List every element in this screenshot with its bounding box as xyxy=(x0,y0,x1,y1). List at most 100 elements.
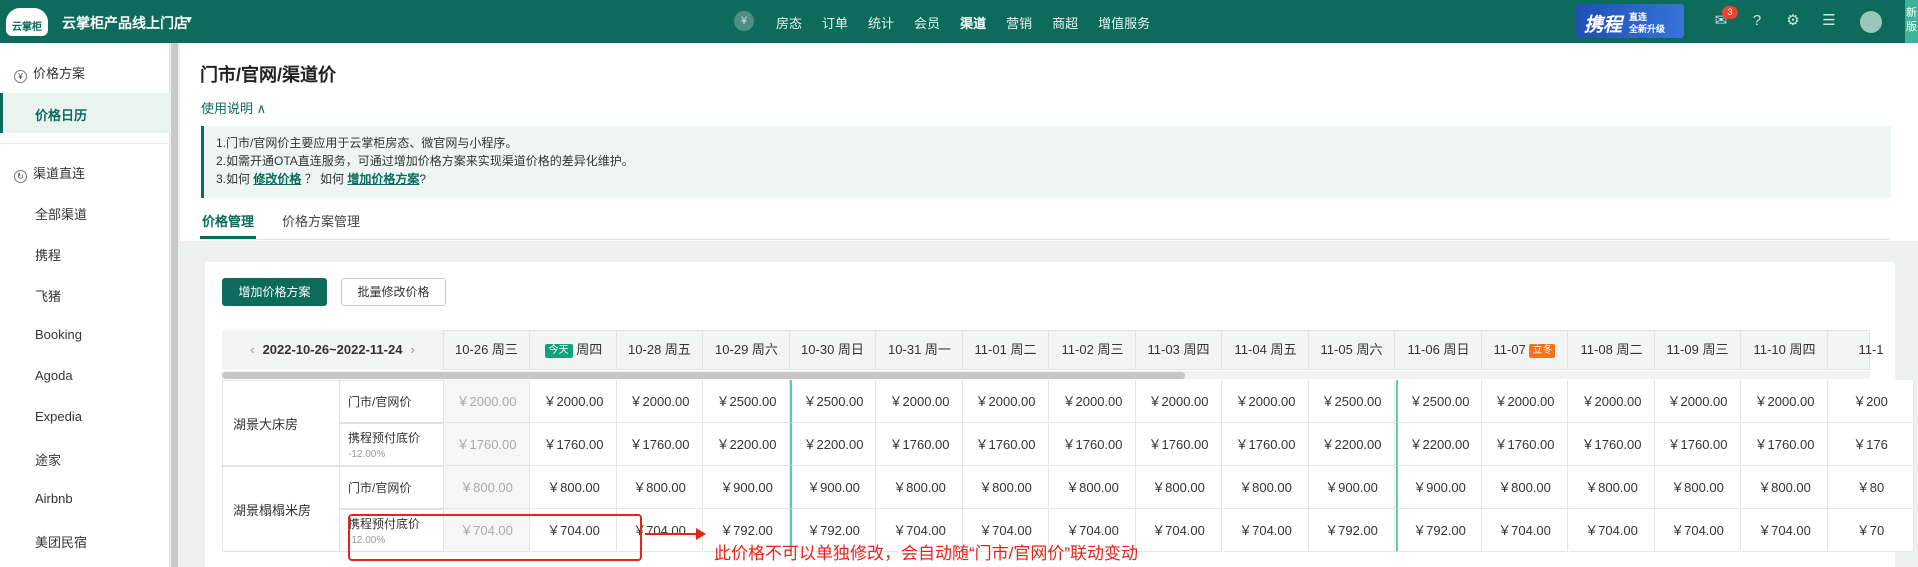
nav-marketing[interactable]: 营销 xyxy=(1006,13,1032,32)
price-cell[interactable]: ￥2500.00 xyxy=(704,380,790,423)
sidebar-item-tujia[interactable]: 途家 xyxy=(35,450,61,469)
price-cell[interactable]: ￥2200.00 xyxy=(1309,423,1395,466)
price-cell[interactable]: ￥1760.00 xyxy=(1655,423,1741,466)
shop-dropdown-icon[interactable]: ▼ xyxy=(184,15,194,26)
price-cell[interactable]: ￥1760.00 xyxy=(1742,423,1828,466)
sidebar-item-price-calendar[interactable]: 价格日历 xyxy=(0,93,170,133)
edit-price-link[interactable]: 修改价格 xyxy=(253,172,301,186)
price-cell[interactable]: ￥2000.00 xyxy=(531,380,617,423)
next-range-icon[interactable]: › xyxy=(410,342,414,357)
price-cell[interactable]: ￥800.00 xyxy=(1569,466,1655,509)
avatar[interactable] xyxy=(1860,11,1882,33)
price-cell[interactable]: ￥1760.00 xyxy=(963,423,1049,466)
price-cell[interactable]: ￥2000.00 xyxy=(877,380,963,423)
price-cell[interactable]: ￥800.00 xyxy=(1050,466,1136,509)
price-cell[interactable]: ￥2000.00 xyxy=(444,380,530,423)
price-cell[interactable]: ￥800.00 xyxy=(444,466,530,509)
sidebar-group-price-plan[interactable]: ¥ 价格方案 xyxy=(14,63,85,83)
sidebar-item-fliggy[interactable]: 飞猪 xyxy=(35,286,61,305)
price-cell[interactable]: ￥2500.00 xyxy=(790,380,876,423)
price-cell[interactable]: ￥704.00 xyxy=(1655,509,1741,552)
tab-plan-management[interactable]: 价格方案管理 xyxy=(282,211,360,230)
nav-stats[interactable]: 统计 xyxy=(868,13,894,32)
price-cell[interactable]: ￥800.00 xyxy=(531,466,617,509)
horizontal-scroll-thumb[interactable] xyxy=(222,372,1185,379)
shop-name[interactable]: 云掌柜产品线上门店 xyxy=(62,13,188,33)
price-cell[interactable]: ￥2000.00 xyxy=(1569,380,1655,423)
nav-value-added[interactable]: 增值服务 xyxy=(1098,13,1150,32)
price-cell[interactable]: ￥900.00 xyxy=(704,466,790,509)
price-cell[interactable]: ￥1760.00 xyxy=(1050,423,1136,466)
yen-icon[interactable]: ¥ xyxy=(734,11,754,31)
price-cell[interactable]: ￥2000.00 xyxy=(617,380,703,423)
price-cell[interactable]: ￥1760.00 xyxy=(1223,423,1309,466)
price-cell[interactable]: ￥1760.00 xyxy=(1136,423,1222,466)
price-cell[interactable]: ￥704.00 xyxy=(1482,509,1568,552)
price-cell[interactable]: ￥2000.00 xyxy=(1742,380,1828,423)
price-cell[interactable]: ￥1760.00 xyxy=(1569,423,1655,466)
price-cell[interactable]: ￥1760.00 xyxy=(877,423,963,466)
price-cell[interactable]: ￥800.00 xyxy=(1223,466,1309,509)
price-cell[interactable]: ￥800.00 xyxy=(1482,466,1568,509)
price-cell[interactable]: ￥2000.00 xyxy=(1136,380,1222,423)
price-cell[interactable]: ￥900.00 xyxy=(1396,466,1482,509)
price-cell[interactable]: ￥792.00 xyxy=(1309,509,1395,552)
price-cell[interactable]: ￥1760.00 xyxy=(1482,423,1568,466)
sidebar-item-booking[interactable]: Booking xyxy=(35,327,82,342)
nav-channels[interactable]: 渠道 xyxy=(960,13,986,32)
sidebar-item-expedia[interactable]: Expedia xyxy=(35,409,82,424)
price-cell[interactable]: ￥900.00 xyxy=(790,466,876,509)
price-cell[interactable]: ￥2000.00 xyxy=(1223,380,1309,423)
price-cell[interactable]: ￥800.00 xyxy=(1136,466,1222,509)
price-cell[interactable]: ￥800.00 xyxy=(617,466,703,509)
price-cell[interactable]: ￥792.00 xyxy=(1396,509,1482,552)
sidebar-scrollbar[interactable] xyxy=(171,43,178,567)
sidebar-group-direct-connect[interactable]: ↻ 渠道直连 xyxy=(14,163,85,183)
app-logo[interactable]: 云掌柜 xyxy=(6,8,48,36)
price-cell[interactable]: ￥704.00 xyxy=(1136,509,1222,552)
prev-range-icon[interactable]: ‹ xyxy=(250,342,254,357)
sidebar-item-airbnb[interactable]: Airbnb xyxy=(35,491,73,506)
price-cell[interactable]: ￥2000.00 xyxy=(1655,380,1741,423)
nav-store[interactable]: 商超 xyxy=(1052,13,1078,32)
price-cell[interactable]: ￥2000.00 xyxy=(963,380,1049,423)
price-cell[interactable]: ￥2000.00 xyxy=(1050,380,1136,423)
price-cell[interactable]: ￥200 xyxy=(1828,380,1914,423)
price-cell[interactable]: ￥176 xyxy=(1828,423,1914,466)
ctrip-promo-banner[interactable]: 携程 直连 全新升级 xyxy=(1576,4,1684,38)
nav-members[interactable]: 会员 xyxy=(914,13,940,32)
menu-icon[interactable]: ☰ xyxy=(1820,12,1838,30)
price-cell[interactable]: ￥704.00 xyxy=(1569,509,1655,552)
price-cell[interactable]: ￥1760.00 xyxy=(531,423,617,466)
new-version-tab[interactable]: 新版 xyxy=(1905,0,1918,43)
price-cell[interactable]: ￥2200.00 xyxy=(790,423,876,466)
price-cell[interactable]: ￥2200.00 xyxy=(704,423,790,466)
help-icon[interactable]: ? xyxy=(1748,12,1766,30)
nav-orders[interactable]: 订单 xyxy=(822,13,848,32)
price-cell[interactable]: ￥2500.00 xyxy=(1309,380,1395,423)
price-cell[interactable]: ￥2000.00 xyxy=(1482,380,1568,423)
tab-price-management[interactable]: 价格管理 xyxy=(202,211,254,230)
price-cell[interactable]: ￥800.00 xyxy=(963,466,1049,509)
sidebar-item-agoda[interactable]: Agoda xyxy=(35,368,73,383)
price-cell[interactable]: ￥70 xyxy=(1828,509,1914,552)
price-cell[interactable]: ￥1760.00 xyxy=(617,423,703,466)
price-cell[interactable]: ￥2500.00 xyxy=(1396,380,1482,423)
price-cell[interactable]: ￥704.00 xyxy=(1223,509,1309,552)
add-price-plan-button[interactable]: 增加价格方案 xyxy=(222,278,327,306)
sidebar-item-all-channels[interactable]: 全部渠道 xyxy=(35,204,87,223)
nav-fangtai[interactable]: 房态 xyxy=(776,13,802,32)
gear-icon[interactable]: ⚙ xyxy=(1784,12,1802,30)
price-cell[interactable]: ￥704.00 xyxy=(1742,509,1828,552)
price-cell[interactable]: ￥800.00 xyxy=(1742,466,1828,509)
sidebar-item-meituan[interactable]: 美团民宿 xyxy=(35,532,87,551)
price-cell[interactable]: ￥900.00 xyxy=(1309,466,1395,509)
price-cell[interactable]: ￥80 xyxy=(1828,466,1914,509)
price-cell[interactable]: ￥1760.00 xyxy=(444,423,530,466)
add-plan-link[interactable]: 增加价格方案 xyxy=(347,172,419,186)
price-cell[interactable]: ￥2200.00 xyxy=(1396,423,1482,466)
sidebar-item-ctrip[interactable]: 携程 xyxy=(35,245,61,264)
batch-edit-price-button[interactable]: 批量修改价格 xyxy=(341,278,446,306)
usage-toggle[interactable]: 使用说明 ∧ xyxy=(201,98,266,117)
price-cell[interactable]: ￥800.00 xyxy=(1655,466,1741,509)
